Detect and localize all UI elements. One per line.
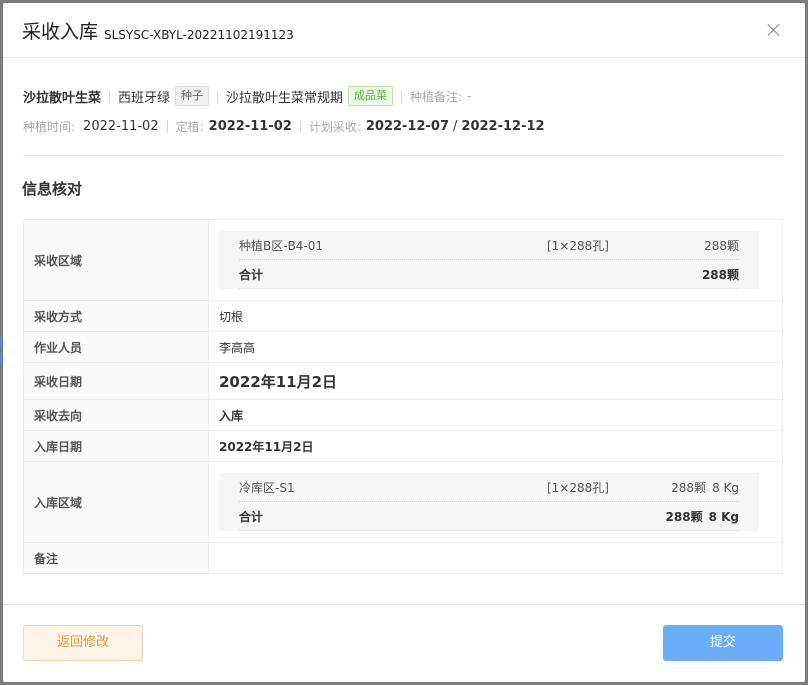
product-name: 沙拉散叶生菜 bbox=[23, 90, 102, 106]
list-total: 合计 288颗 bbox=[239, 260, 739, 289]
harvest-area-label: 采收区域 bbox=[23, 219, 209, 301]
area-weight: 8 Kg bbox=[712, 480, 739, 495]
total-label: 合计 bbox=[239, 267, 264, 282]
section-title: 信息核对 bbox=[22, 180, 83, 198]
table-row: 入库日期 2022年11月2日 bbox=[23, 430, 783, 462]
destination-value: 入库 bbox=[208, 399, 783, 431]
table-row: 采收日期 2022年11月2日 bbox=[23, 362, 783, 400]
plan-harvest-from: 2022-12-07 bbox=[365, 118, 450, 134]
info-table: 采收区域 种植B区-B4-01 [1×288孔] 288颗 合计 288颗 采收… bbox=[23, 219, 783, 574]
divider bbox=[166, 119, 168, 133]
plant-date-label: 种植时间: bbox=[23, 119, 76, 134]
table-row: 采收区域 种植B区-B4-01 [1×288孔] 288颗 合计 288颗 bbox=[23, 219, 783, 301]
worker-label: 作业人员 bbox=[23, 331, 209, 363]
table-row: 入库区域 冷库区-S1 [1×288孔] 288颗 8 Kg 合计 288颗 8 K… bbox=[23, 461, 783, 543]
harvest-date-value: 2022年11月2日 bbox=[208, 362, 783, 400]
divider bbox=[401, 89, 403, 103]
submit-button[interactable]: 提交 bbox=[663, 625, 783, 661]
store-area-label: 入库区域 bbox=[23, 461, 209, 543]
area-qty: 288颗 bbox=[704, 238, 739, 253]
date-info-line: 种植时间: 2022-11-02 定植: 2022-11-02 计划采收: 20… bbox=[23, 116, 545, 136]
dialog-header: 采收入库 SLSYSC-XBYL-20221102191123 bbox=[3, 3, 805, 58]
total-qty: 288颗 bbox=[665, 509, 703, 524]
order-number: SLSYSC-XBYL-20221102191123 bbox=[104, 28, 294, 42]
plan-harvest-separator: / bbox=[453, 118, 458, 134]
store-area-list: 冷库区-S1 [1×288孔] 288颗 8 Kg 合计 288颗 8 Kg bbox=[219, 473, 759, 531]
method-label: 采收方式 bbox=[23, 300, 209, 332]
remark-value: - bbox=[467, 89, 472, 103]
list-item: 冷库区-S1 [1×288孔] 288颗 8 Kg bbox=[239, 473, 739, 502]
area-amount: 288颗 8 Kg bbox=[657, 479, 739, 496]
footer-divider bbox=[3, 604, 805, 605]
section-divider bbox=[23, 155, 783, 156]
worker-value: 李高高 bbox=[208, 331, 783, 363]
spec-tag: 成品菜 bbox=[348, 86, 394, 106]
total-qty: 288颗 bbox=[701, 267, 739, 282]
destination-label: 采收去向 bbox=[23, 399, 209, 431]
back-edit-button[interactable]: 返回修改 bbox=[23, 625, 143, 661]
divider bbox=[109, 89, 111, 103]
area-qty: 288颗 bbox=[671, 480, 707, 495]
table-row: 备注 bbox=[23, 542, 783, 574]
plan-harvest-label: 计划采收: bbox=[308, 119, 361, 134]
note-label: 备注 bbox=[23, 542, 209, 574]
remark-label: 种植备注: bbox=[410, 89, 463, 104]
method-value: 切根 bbox=[208, 300, 783, 332]
area-spec: [1×288孔] bbox=[547, 238, 609, 253]
store-date-value: 2022年11月2日 bbox=[208, 430, 783, 462]
harvest-area-list: 种植B区-B4-01 [1×288孔] 288颗 合计 288颗 bbox=[219, 231, 759, 289]
table-row: 作业人员 李高高 bbox=[23, 331, 783, 363]
harvest-area-cell: 种植B区-B4-01 [1×288孔] 288颗 合计 288颗 bbox=[208, 219, 783, 301]
variety-name: 西班牙绿 bbox=[118, 90, 171, 106]
fix-date-label: 定植: bbox=[175, 119, 204, 134]
store-date-label: 入库日期 bbox=[23, 430, 209, 462]
product-info-line: 沙拉散叶生菜 西班牙绿 种子 沙拉散叶生菜常规期 成品菜 种植备注: - bbox=[23, 85, 471, 107]
list-item: 种植B区-B4-01 [1×288孔] 288颗 bbox=[239, 231, 739, 260]
fix-date-value: 2022-11-02 bbox=[208, 118, 292, 134]
store-area-cell: 冷库区-S1 [1×288孔] 288颗 8 Kg 合计 288颗 8 Kg bbox=[208, 461, 783, 543]
area-name: 种植B区-B4-01 bbox=[239, 238, 324, 253]
table-row: 采收方式 切根 bbox=[23, 300, 783, 332]
variety-tag: 种子 bbox=[175, 86, 210, 106]
area-name: 冷库区-S1 bbox=[239, 480, 295, 495]
close-icon[interactable] bbox=[767, 23, 781, 37]
area-spec: [1×288孔] bbox=[547, 480, 609, 495]
total-amount: 288颗 8 Kg bbox=[657, 508, 739, 525]
list-total: 合计 288颗 8 Kg bbox=[239, 502, 739, 531]
spec-name: 沙拉散叶生菜常规期 bbox=[226, 90, 344, 106]
note-value bbox=[208, 542, 783, 574]
plan-harvest-to: 2022-12-12 bbox=[461, 118, 545, 134]
total-weight: 8 Kg bbox=[708, 509, 739, 524]
harvest-date-label: 采收日期 bbox=[23, 362, 209, 400]
divider bbox=[217, 89, 219, 103]
total-label: 合计 bbox=[239, 509, 264, 524]
table-row: 采收去向 入库 bbox=[23, 399, 783, 431]
harvest-storage-dialog: 采收入库 SLSYSC-XBYL-20221102191123 沙拉散叶生菜 西… bbox=[3, 3, 805, 682]
divider bbox=[299, 119, 301, 133]
plant-date-value: 2022-11-02 bbox=[83, 118, 159, 134]
dialog-title: 采收入库 bbox=[22, 21, 99, 43]
